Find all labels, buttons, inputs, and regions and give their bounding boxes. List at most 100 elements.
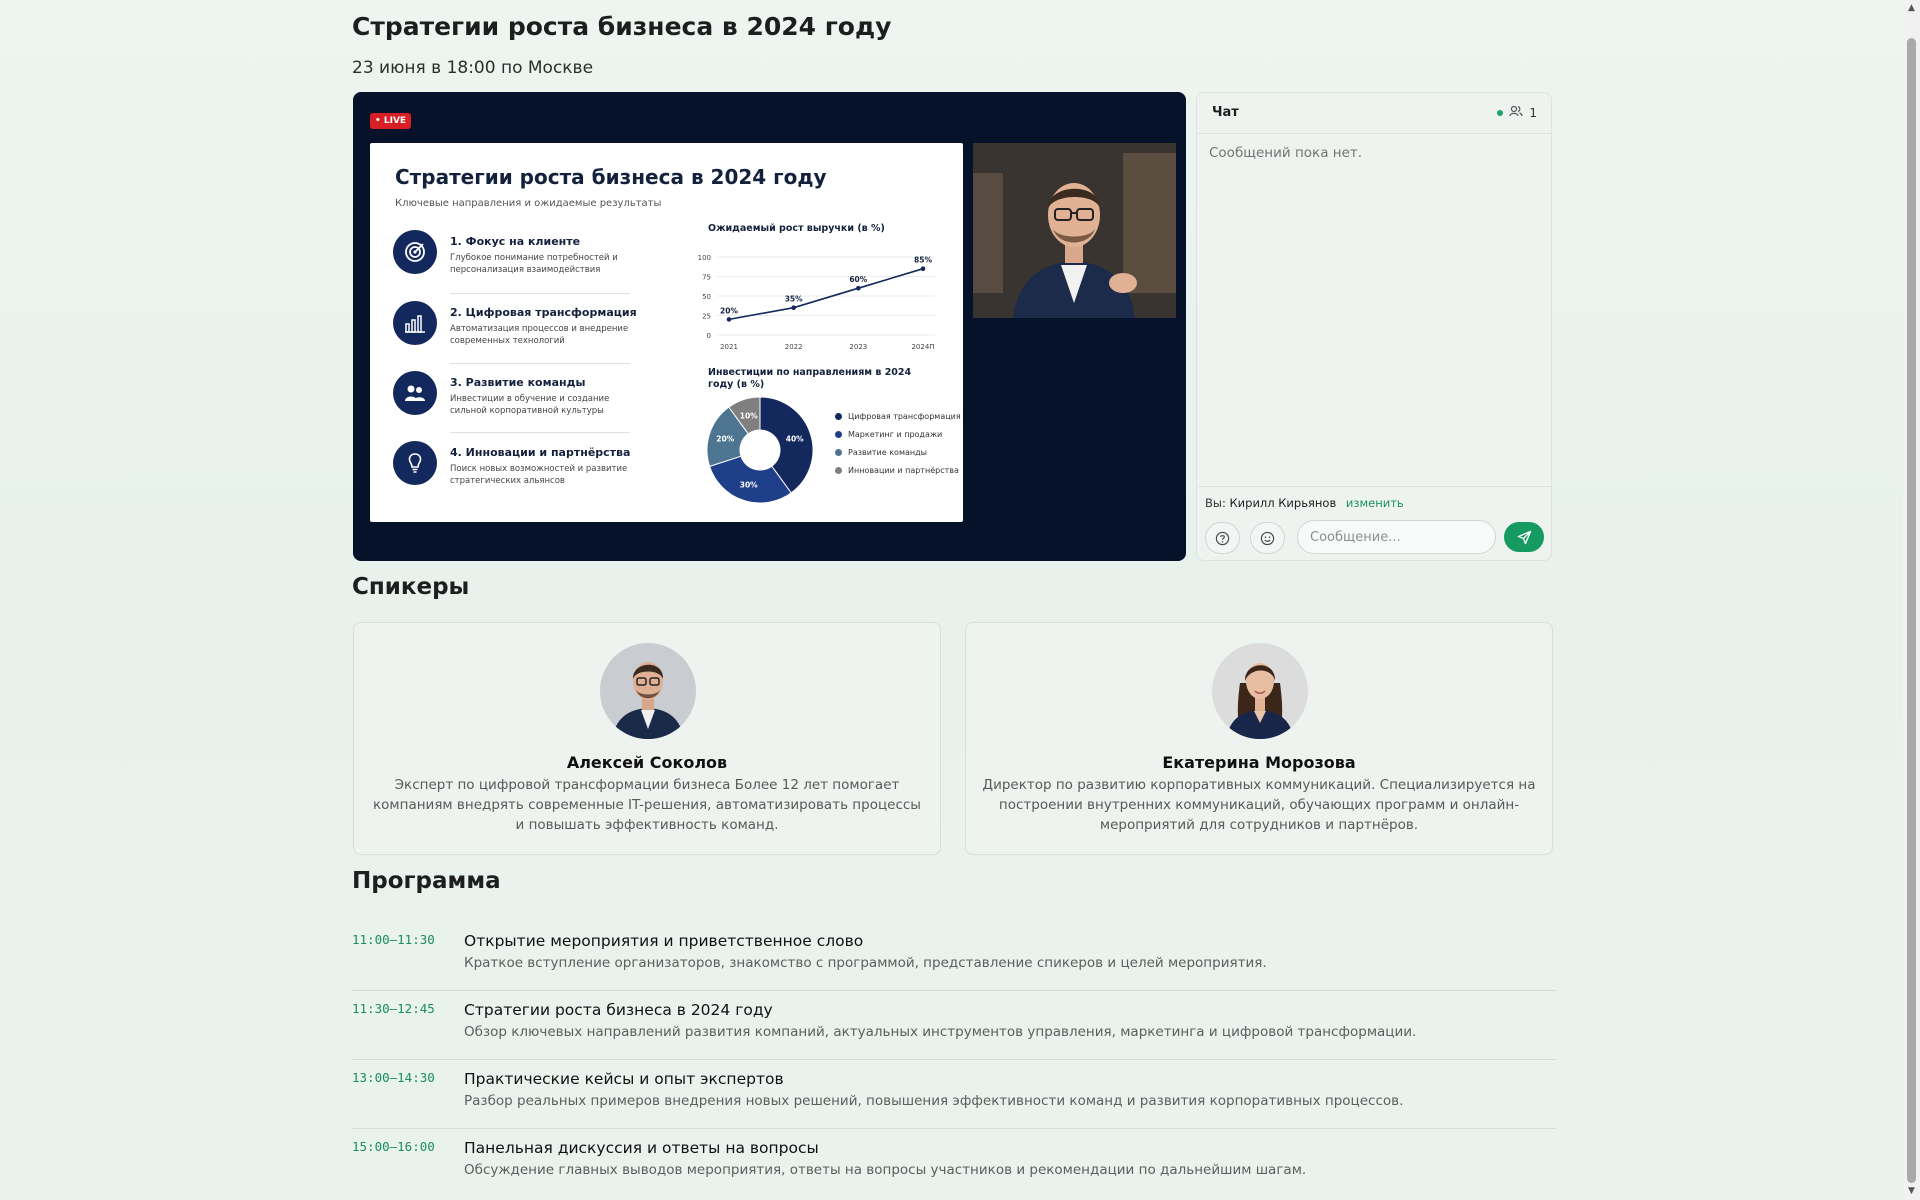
legend-label: Развитие команды (848, 448, 927, 457)
speaker-bio: Директор по развитию корпоративных комму… (982, 777, 1536, 833)
scroll-up-icon[interactable]: ▲ (1907, 4, 1916, 13)
slide-item: 2. Цифровая трансформация Автоматизация … (393, 301, 637, 359)
lightbulb-icon (393, 441, 437, 485)
y-tick-label: 0 (707, 332, 711, 340)
slide-item: 3. Развитие команды Инвестиции в обучени… (393, 371, 631, 429)
online-count: 1 (1529, 105, 1537, 120)
send-button[interactable] (1504, 522, 1544, 552)
x-tick-label: 2024П (911, 343, 934, 351)
data-label: 35% (785, 295, 803, 304)
slide-item-title: 2. Цифровая трансформация (450, 306, 637, 319)
legend-item: Инновации и партнёрства (835, 462, 961, 480)
legend-item: Развитие команды (835, 444, 961, 462)
scroll-thumb[interactable] (1907, 38, 1916, 1183)
divider (450, 432, 630, 433)
program-time: 15:00–16:00 (352, 1139, 435, 1154)
program-title: Открытие мероприятия и приветственное сл… (464, 932, 864, 950)
legend-item: Цифровая трансформация (835, 408, 961, 426)
y-tick-label: 50 (702, 293, 711, 301)
legend-swatch (835, 467, 842, 474)
program-time: 11:00–11:30 (352, 932, 435, 947)
data-label: 20% (720, 306, 738, 315)
x-tick-label: 2021 (720, 343, 738, 351)
program-time: 13:00–14:30 (352, 1070, 435, 1085)
program-desc: Разбор реальных примеров внедрения новых… (464, 1093, 1404, 1109)
slide-item-title: 1. Фокус на клиенте (450, 235, 581, 248)
question-button[interactable] (1205, 522, 1240, 554)
slide-item-desc: Поиск новых возможностей и развитие стра… (450, 464, 628, 486)
current-user-line: Вы: Кирилл Кирьянов изменить (1205, 496, 1404, 510)
program-desc: Обзор ключевых направлений развития комп… (464, 1024, 1417, 1040)
program-item: 13:00–14:30 Практические кейсы и опыт эк… (352, 1060, 1556, 1129)
y-tick-label: 100 (698, 254, 711, 262)
program-title: Панельная дискуссия и ответы на вопросы (464, 1139, 819, 1157)
smile-icon (1260, 531, 1275, 545)
program-heading: Программа (352, 868, 501, 894)
divider (450, 293, 630, 294)
message-input[interactable] (1297, 520, 1496, 554)
data-label: 85% (914, 256, 932, 265)
chat-panel: Чат 1 Сообщений пока нет. Вы: Кирилл Кир… (1196, 92, 1552, 561)
speakers-heading: Спикеры (352, 574, 470, 600)
speaker-bio: Эксперт по цифровой трансформации бизнес… (373, 777, 921, 833)
y-tick-label: 25 (702, 313, 711, 321)
speaker-name: Алексей Соколов (566, 753, 728, 772)
speaker-card: Екатерина Морозова Директор по развитию … (965, 622, 1553, 855)
slide-subtitle: Ключевые направления и ожидаемые результ… (395, 198, 662, 209)
data-point (920, 266, 926, 271)
slice-label: 40% (786, 435, 804, 444)
x-tick-label: 2022 (785, 343, 803, 351)
current-user-name: Кирилл Кирьянов (1229, 496, 1337, 510)
users-icon (1509, 105, 1523, 120)
target-icon (393, 230, 437, 274)
speaker-card: Алексей Соколов Эксперт по цифровой тран… (353, 622, 941, 855)
bar-chart-icon (393, 301, 437, 345)
legend-swatch (835, 413, 842, 420)
data-point (856, 285, 861, 291)
avatar (1212, 643, 1308, 739)
slice-label: 20% (716, 435, 734, 444)
legend-label: Маркетинг и продажи (848, 430, 943, 439)
question-icon (1215, 531, 1230, 545)
change-name-link[interactable]: изменить (1346, 496, 1404, 510)
pie-legend: Цифровая трансформация Маркетинг и продаж… (835, 408, 961, 480)
program-title: Практические кейсы и опыт экспертов (464, 1070, 784, 1088)
slice-label: 10% (740, 411, 758, 420)
presentation-slide: Стратегии роста бизнеса в 2024 году Ключ… (370, 143, 963, 522)
team-icon (393, 371, 437, 415)
chat-empty-message: Сообщений пока нет. (1209, 145, 1363, 161)
slide-item-desc: Автоматизация процессов и внедрение совр… (450, 324, 629, 346)
legend-label: Цифровая трансформация (848, 412, 961, 421)
line-chart-title: Ожидаемый рост выручки (в %) (708, 223, 885, 234)
slide-title: Стратегии роста бизнеса в 2024 году (395, 165, 827, 189)
event-datetime: 23 июня в 18:00 по Москве (352, 58, 594, 78)
legend-label: Инновации и партнёрства (848, 466, 959, 475)
slice-label: 30% (740, 481, 758, 490)
legend-swatch (835, 449, 842, 456)
y-tick-label: 75 (702, 274, 711, 282)
data-point (791, 305, 796, 310)
emoji-button[interactable] (1250, 522, 1285, 554)
program-title: Стратегии роста бизнеса в 2024 году (464, 1001, 773, 1019)
chat-footer: Вы: Кирилл Кирьянов изменить (1197, 486, 1551, 560)
page-title: Стратегии роста бизнеса в 2024 году (352, 12, 892, 41)
pie-chart-title: Инвестиции по направлениям в 2024 году (… (708, 367, 912, 390)
program-item: 11:00–11:30 Открытие мероприятия и приве… (352, 922, 1556, 991)
chat-title: Чат (1212, 105, 1239, 120)
you-prefix: Вы: (1205, 496, 1226, 510)
divider (450, 363, 630, 364)
send-icon (1517, 530, 1531, 544)
data-label: 60% (849, 275, 867, 284)
pie-chart: 40% 30% 20% 10% (706, 396, 814, 504)
slide-item-title: 3. Развитие команды (450, 376, 586, 389)
online-dot-icon (1497, 109, 1504, 116)
data-point (726, 317, 732, 322)
program-item: 15:00–16:00 Панельная дискуссия и ответы… (352, 1129, 1556, 1198)
program-desc: Обсуждение главных выводов мероприятия, … (464, 1162, 1307, 1178)
legend-item: Маркетинг и продажи (835, 426, 961, 444)
page-scrollbar[interactable]: ▲ ▼ (1903, 0, 1920, 1200)
live-badge: • LIVE (370, 113, 412, 129)
video-player[interactable]: • LIVE Стратегии роста бизнеса в 2024 го… (353, 92, 1186, 561)
online-indicator: 1 (1497, 105, 1537, 120)
scroll-down-icon[interactable]: ▼ (1907, 1187, 1916, 1196)
